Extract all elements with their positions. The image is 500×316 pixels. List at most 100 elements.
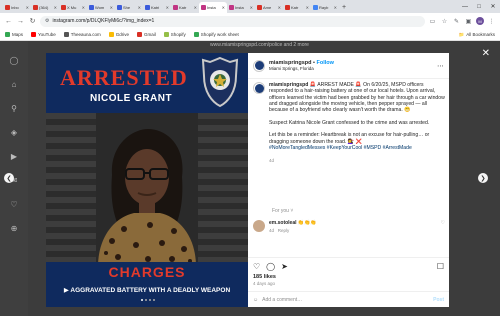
notifications-icon[interactable]: ♡ (10, 200, 17, 209)
bookmark-favicon-icon (163, 32, 169, 37)
browser-tab[interactable]: Insta ✕ (199, 2, 227, 13)
tab-close-icon[interactable]: ✕ (110, 5, 113, 10)
create-icon[interactable]: ⊕ (11, 224, 18, 233)
comment-icon[interactable]: ◯ (266, 262, 275, 271)
window-controls: — □ ✕ (458, 0, 500, 13)
browser-tab[interactable]: Katr ✕ (283, 2, 311, 13)
bookmark-item[interactable]: Gdrive (108, 32, 129, 37)
next-post-icon[interactable]: ❯ (478, 173, 488, 183)
caption-profile-picture[interactable] (253, 82, 265, 94)
bookmark-favicon-icon (63, 32, 69, 37)
caption-username[interactable]: miamispringspd (269, 82, 308, 88)
carousel-dot[interactable] (149, 299, 151, 301)
maximize-icon[interactable]: □ (472, 0, 486, 13)
instagram-logo-icon[interactable]: ◯ (10, 56, 19, 65)
bookmark-star-icon[interactable]: ☆ (440, 17, 449, 26)
menu-icon[interactable]: ⋮ (487, 17, 496, 26)
all-bookmarks[interactable]: 📁 All Bookmarks (459, 32, 495, 38)
reels-icon[interactable]: ▶ (11, 152, 17, 161)
bookmark-label: Maps (12, 32, 24, 37)
bookmark-item[interactable]: Theeauna.com (63, 32, 101, 37)
extensions-icon[interactable]: ✎ (452, 17, 461, 26)
site-info-icon[interactable]: ⚙ (45, 18, 49, 24)
reply-link[interactable]: Reply (278, 228, 290, 233)
tab-title: Insta (207, 5, 216, 10)
tab-close-icon[interactable]: ✕ (26, 5, 29, 10)
bookmark-item[interactable]: Maps (5, 32, 23, 37)
likes-count[interactable]: 185 likes (253, 274, 276, 280)
tab-close-icon[interactable]: ✕ (334, 5, 337, 10)
emoji-icon[interactable]: ☺ (253, 297, 258, 303)
bookmark-label: Gdrive (115, 32, 129, 37)
minimize-icon[interactable]: — (458, 0, 472, 13)
share-icon[interactable]: ➤ (281, 262, 288, 271)
tab-close-icon[interactable]: ✕ (194, 5, 197, 10)
close-modal-icon[interactable]: ✕ (482, 48, 490, 59)
hashtags[interactable]: #NoMoreTangledMesses #KeepYourCool #MSPD… (269, 145, 412, 151)
browser-tab[interactable]: Ame ✕ (255, 2, 283, 13)
sidepanel-icon[interactable]: ▣ (464, 17, 473, 26)
post-image[interactable]: ARRESTED NICOLE GRANT CHARGES ▶ AGGRAVAT… (46, 53, 248, 307)
location-link[interactable]: Miami Springs, Florida (269, 66, 433, 71)
tab-title: Wom (95, 5, 105, 10)
bookmark-item[interactable]: Gmail (137, 32, 156, 37)
browser-tab[interactable]: Rayb ✕ (311, 2, 339, 13)
bookmarks-bar: Maps YouTube Theeauna.com Gdrive Gmail Shopif… (0, 29, 500, 41)
tab-close-icon[interactable]: ✕ (54, 5, 57, 10)
action-icons: ♡ ◯ ➤ ☐ (253, 262, 444, 271)
profile-avatar[interactable]: M (476, 17, 484, 25)
comment-input[interactable]: Add a comment… (262, 297, 302, 303)
commenter-username[interactable]: em.sotoleal (269, 220, 297, 226)
browser-tab[interactable]: She ✕ (115, 2, 143, 13)
cast-icon[interactable]: ▭ (428, 17, 437, 26)
profile-picture[interactable] (253, 59, 265, 72)
tab-title: Inbo (11, 5, 19, 10)
commenter-avatar[interactable] (253, 220, 265, 232)
post-button[interactable]: Post (433, 297, 444, 303)
browser-tab[interactable]: Insta ✕ (227, 2, 255, 13)
tab-favicon-icon (145, 5, 150, 10)
carousel-dot[interactable] (145, 299, 147, 301)
carousel-dot[interactable] (153, 299, 155, 301)
more-options-icon[interactable]: ⋯ (437, 62, 444, 70)
bookmark-item[interactable]: YouTube (31, 32, 56, 37)
bookmark-item[interactable]: Shopify (163, 32, 186, 37)
browser-tab[interactable]: X Mu ✕ (59, 2, 87, 13)
like-icon[interactable]: ♡ (253, 262, 260, 271)
comment-like-icon[interactable]: ♡ (441, 220, 445, 233)
tab-close-icon[interactable]: ✕ (82, 5, 85, 10)
home-icon[interactable]: ⌂ (12, 80, 17, 89)
search-icon[interactable]: ⚲ (11, 104, 17, 113)
forward-icon[interactable]: → (16, 17, 25, 26)
address-bar[interactable]: ⚙ instagram.com/p/DLQKFlyMi6c/?img_index… (40, 15, 425, 27)
close-window-icon[interactable]: ✕ (486, 0, 500, 13)
for-you-dropdown[interactable]: For you ˅ (272, 208, 293, 214)
for-you-label: For you (272, 208, 289, 214)
tab-close-icon[interactable]: ✕ (278, 5, 281, 10)
new-tab-icon[interactable]: + (339, 2, 349, 13)
suspect-photo (98, 129, 196, 267)
post-header: miamispringspd • Follow Miami Springs, F… (248, 53, 449, 79)
carousel-dot[interactable] (141, 299, 143, 301)
browser-tab[interactable]: Wom ✕ (87, 2, 115, 13)
browser-tab[interactable]: Katri ✕ (143, 2, 171, 13)
bookmark-item[interactable]: Shopify work sheet (193, 32, 239, 37)
tab-title: Rayb (319, 5, 329, 10)
reload-icon[interactable]: ↻ (28, 17, 37, 26)
back-icon[interactable]: ← (4, 17, 13, 26)
tab-close-icon[interactable]: ✕ (306, 5, 309, 10)
save-icon[interactable]: ☐ (437, 262, 444, 271)
tab-close-icon[interactable]: ✕ (250, 5, 253, 10)
image-charges-text: CHARGES (108, 264, 186, 280)
explore-icon[interactable]: ◈ (11, 128, 17, 137)
browser-tab[interactable]: Katr ✕ (171, 2, 199, 13)
browser-tab[interactable]: Inbo ✕ (3, 2, 31, 13)
tab-close-icon[interactable]: ✕ (138, 5, 141, 10)
browser-tab[interactable]: (364) ✕ (31, 2, 59, 13)
bookmark-favicon-icon (31, 32, 37, 37)
follow-button[interactable]: Follow (316, 60, 333, 66)
tab-close-icon[interactable]: ✕ (222, 5, 225, 10)
previous-post-icon[interactable]: ❮ (4, 173, 14, 183)
bookmark-label: Theeauna.com (70, 32, 101, 37)
tab-close-icon[interactable]: ✕ (166, 5, 169, 10)
